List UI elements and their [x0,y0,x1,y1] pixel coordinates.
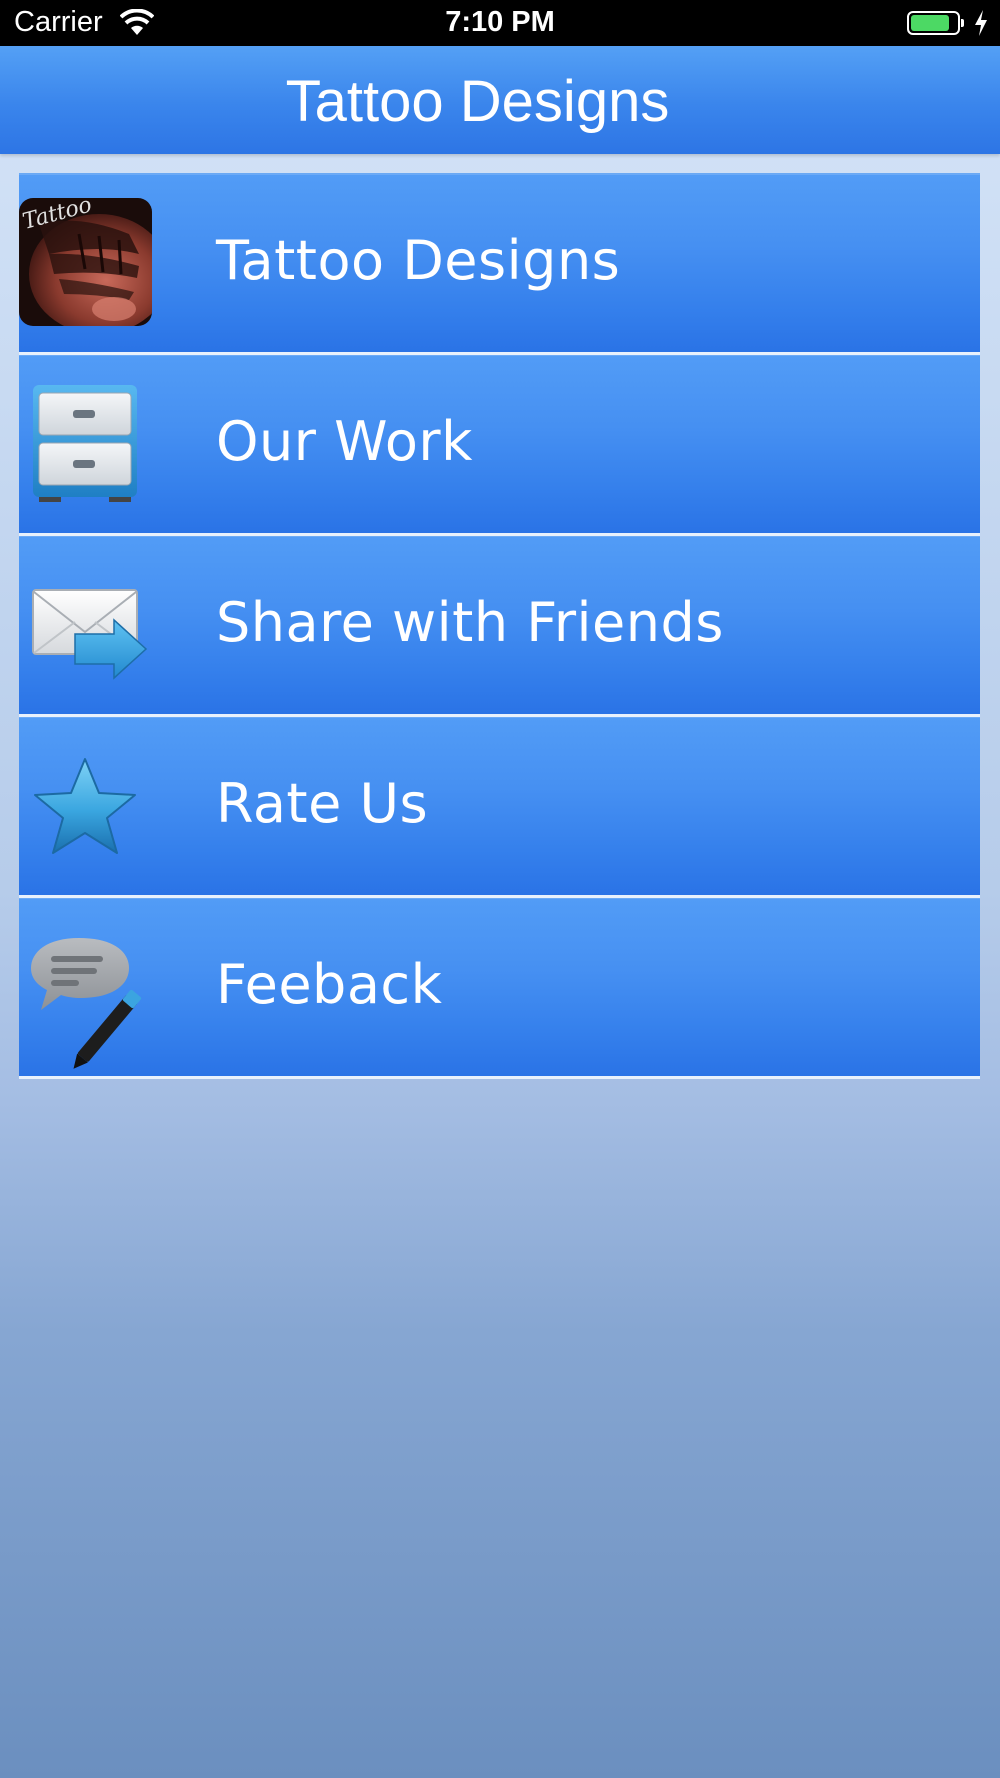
nav-title: Tattoo Designs [285,69,670,134]
mail-forward-icon [19,536,169,714]
menu-item-label: Share with Friends [216,591,724,654]
status-bar: Carrier 7:10 PM [0,0,1000,46]
nav-bar: Tattoo Designs [0,46,1000,154]
menu-item-label: Our Work [216,410,473,473]
star-icon [19,717,169,895]
menu-item-tattoo-designs[interactable]: Tattoo Tattoo Designs [19,173,980,355]
file-cabinet-icon [19,355,169,533]
clock: 7:10 PM [445,6,555,38]
menu-item-our-work[interactable]: Our Work [19,355,980,536]
menu-item-rate-us[interactable]: Rate Us [19,717,980,898]
speech-bubble-pencil-icon [19,898,169,1076]
menu-item-label: Feeback [216,953,443,1016]
menu-item-label: Rate Us [216,772,429,835]
battery-icon [907,11,964,35]
tattoo-photo-icon: Tattoo [19,174,169,352]
menu-item-label: Tattoo Designs [216,229,621,292]
menu-item-share-with-friends[interactable]: Share with Friends [19,536,980,717]
menu-list: Tattoo Tattoo Designs Our Work Share wit… [19,173,980,1079]
charging-bolt-icon [975,10,987,36]
menu-item-feedback[interactable]: Feeback [19,898,980,1079]
